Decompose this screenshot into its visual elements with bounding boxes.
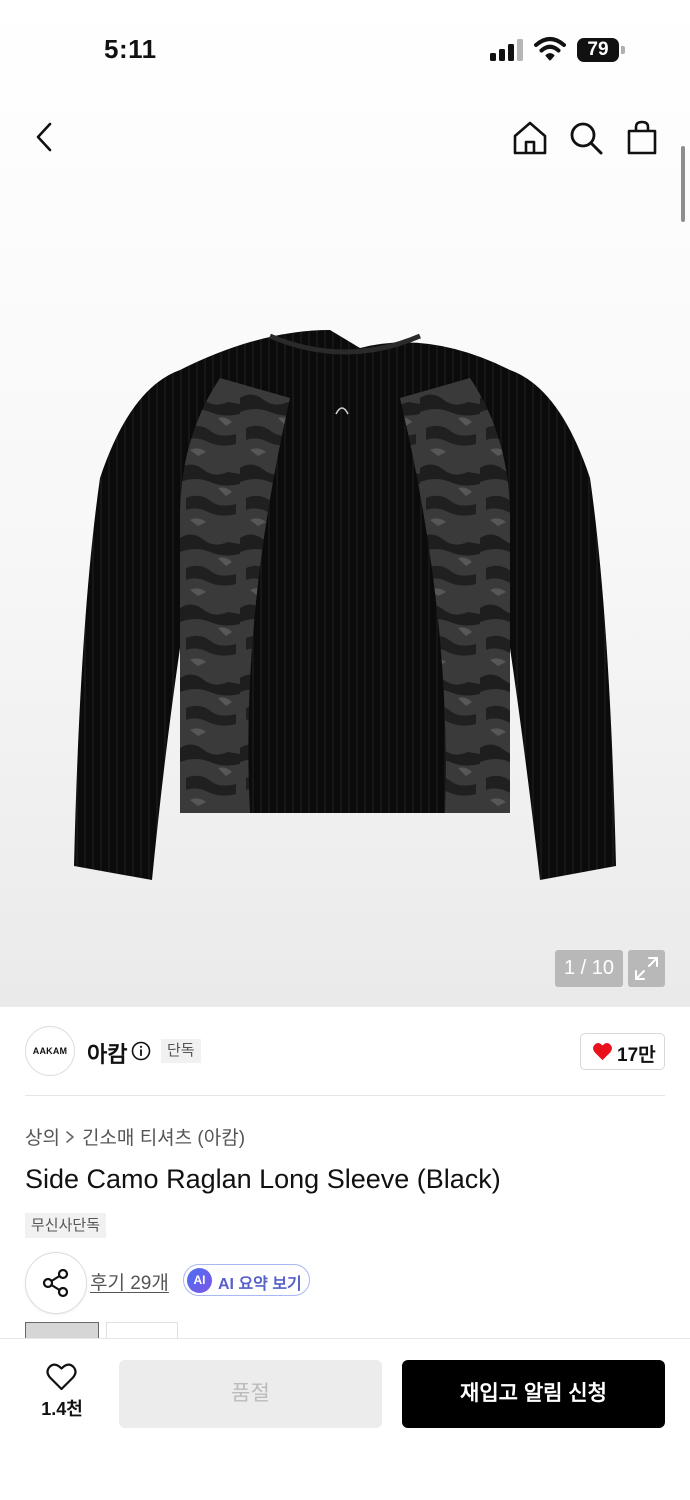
ai-badge-icon: AI (187, 1267, 212, 1293)
cellular-signal-icon (490, 39, 524, 61)
info-icon[interactable] (131, 1041, 151, 1061)
ai-summary-label: AI 요약 보기 (218, 1276, 302, 1293)
bottom-action-bar: 1.4천 품절 재입고 알림 신청 (0, 1338, 690, 1500)
brand-like-button[interactable]: 17만 (580, 1033, 665, 1070)
product-image-gallery[interactable]: 5:11 79 1 / 10 (0, 0, 690, 1007)
chevron-right-icon (64, 1128, 78, 1150)
musinsa-exclusive-badge: 무신사단독 (25, 1213, 107, 1238)
heart-outline-icon (46, 1363, 77, 1391)
restock-alert-button[interactable]: 재입고 알림 신청 (402, 1360, 665, 1428)
divider (25, 1095, 665, 1096)
heart-icon (593, 1043, 612, 1061)
wishlist-count: 1.4천 (41, 1399, 83, 1419)
brand-name[interactable]: 아캄 (87, 1037, 127, 1069)
expand-image-button[interactable] (628, 950, 665, 987)
back-icon[interactable] (28, 120, 62, 154)
product-detail-page: 5:11 79 1 / 10 AAKAM 아캄 단독 17만 상의 긴소매 티셔… (0, 0, 690, 1500)
brand-logo[interactable]: AAKAM (25, 1026, 75, 1076)
wishlist-button[interactable]: 1.4천 (30, 1361, 94, 1425)
battery-indicator: 79 (577, 38, 625, 62)
breadcrumb-subcategory[interactable]: 긴소매 티셔츠 (아캄) (82, 1128, 245, 1149)
soldout-button: 품절 (119, 1360, 382, 1428)
battery-level: 79 (577, 38, 619, 62)
expand-icon (635, 957, 658, 980)
search-icon[interactable] (566, 118, 606, 158)
image-counter: 1 / 10 (555, 950, 623, 987)
reviews-link[interactable]: 후기 29개 (90, 1268, 169, 1295)
product-title: Side Camo Raglan Long Sleeve (Black) (25, 1164, 501, 1194)
breadcrumb: 상의 긴소매 티셔츠 (아캄) (25, 1123, 245, 1150)
wifi-icon (534, 37, 566, 61)
product-image (74, 330, 616, 880)
exclusive-badge: 단독 (161, 1039, 201, 1063)
home-icon[interactable] (510, 118, 550, 158)
brand-like-count: 17만 (617, 1045, 656, 1066)
ai-summary-button[interactable]: AI AI 요약 보기 (183, 1264, 310, 1296)
share-icon (42, 1268, 69, 1298)
scroll-indicator[interactable] (681, 146, 685, 222)
status-time: 5:11 (104, 34, 157, 64)
share-button[interactable] (25, 1252, 87, 1314)
breadcrumb-category[interactable]: 상의 (25, 1128, 60, 1149)
shopping-bag-icon[interactable] (622, 118, 662, 158)
